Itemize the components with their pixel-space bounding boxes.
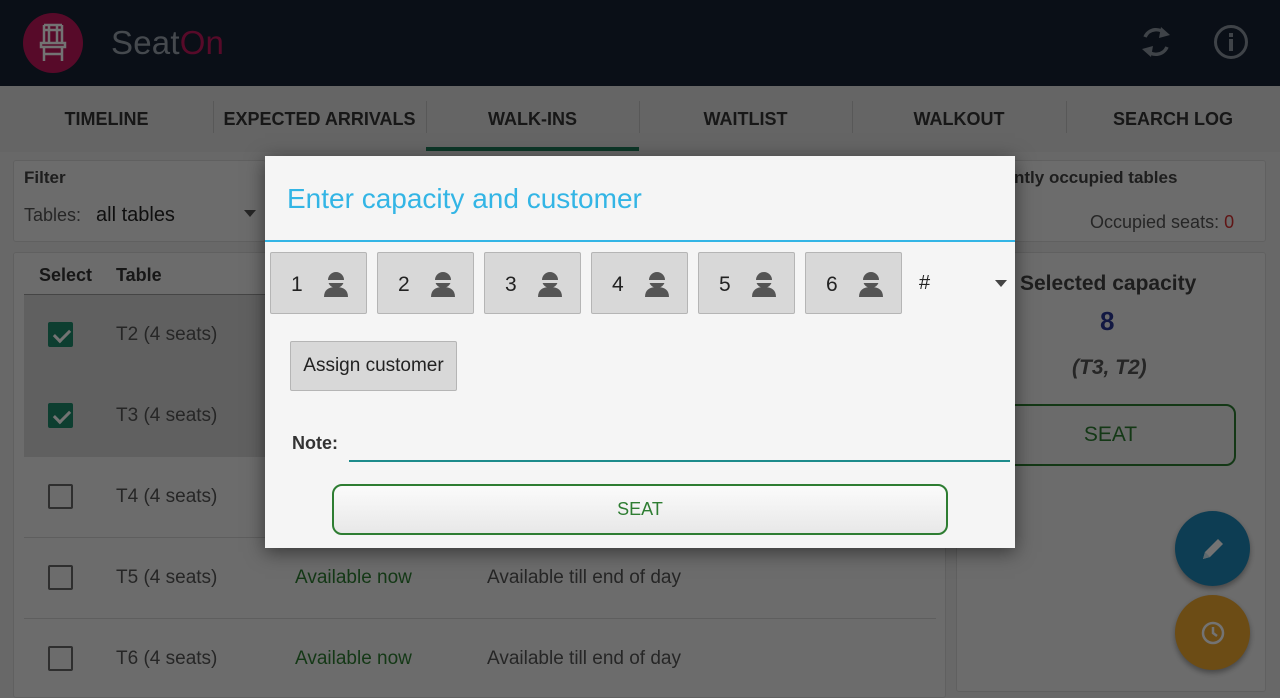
person-icon [538,272,562,297]
tab-bar: TIMELINE EXPECTED ARRIVALS WALK-INS WAIT… [0,86,1280,152]
capacity-4-button[interactable]: 4 [591,252,688,314]
other-capacity-select[interactable]: # [909,262,1009,304]
info-icon[interactable] [1211,22,1251,62]
select-column-header: Select [39,265,93,285]
capacity-number: 6 [826,273,838,296]
capacity-5-button[interactable]: 5 [698,252,795,314]
capacity-2-button[interactable]: 2 [377,252,474,314]
capacity-number: 1 [291,273,303,296]
person-icon [324,272,348,297]
tab-timeline[interactable]: TIMELINE [0,86,213,152]
chevron-down-icon [244,210,256,217]
table-row-until: Available till end of day [487,567,681,588]
person-icon [431,272,455,297]
tab-walk-ins[interactable]: WALK-INS [426,86,639,152]
table-row-availability: Available now [295,648,412,669]
person-icon [752,272,776,297]
selected-capacity-title: Selected capacity [1020,272,1197,295]
table-row-name: T4 (4 seats) [116,486,218,507]
person-icon [645,272,669,297]
sync-icon[interactable] [1136,22,1176,62]
dialog-title: Enter capacity and customer [287,183,642,214]
note-label: Note: [292,433,338,453]
tables-filter-label: Tables: [24,205,82,225]
capacity-number: 3 [505,273,517,296]
note-input[interactable] [349,426,1010,462]
selected-tables: (T3, T2) [1072,356,1147,379]
app-bar: SeatOn [0,0,1280,86]
seat-button[interactable]: SEAT [332,484,948,535]
seat-button-background[interactable]: SEAT [985,404,1236,466]
capacity-6-button[interactable]: 6 [805,252,902,314]
table-row-name: T2 (4 seats) [116,324,218,345]
dialog-title-divider [265,240,1015,242]
app-title: SeatOn [111,24,225,61]
pencil-icon [1202,538,1223,559]
assign-customer-button[interactable]: Assign customer [290,341,457,391]
filter-title: Filter [24,168,66,187]
row-checkbox-t4[interactable] [48,484,73,509]
other-capacity-value: # [919,272,931,294]
table-row-until: Available till end of day [487,648,681,669]
capacity-3-button[interactable]: 3 [484,252,581,314]
chair-logo-icon [23,13,83,73]
capacity-number: 2 [398,273,410,296]
table-row-name: T5 (4 seats) [116,567,218,588]
row-checkbox-t3[interactable] [48,403,73,428]
chevron-down-icon [995,280,1007,287]
tab-expected-arrivals[interactable]: EXPECTED ARRIVALS [213,86,426,152]
row-checkbox-t5[interactable] [48,565,73,590]
clock-icon [1201,621,1224,644]
table-row-availability: Available now [295,567,412,588]
capacity-number: 5 [719,273,731,296]
table-column-header: Table [116,265,162,285]
table-row-name: T6 (4 seats) [116,648,218,669]
row-divider [24,618,936,619]
active-tab-indicator [426,147,639,151]
occupied-tables-title: ntly occupied tables [1014,168,1178,187]
row-checkbox-t6[interactable] [48,646,73,671]
table-row-name: T3 (4 seats) [116,405,218,426]
person-icon [859,272,883,297]
capacity-1-button[interactable]: 1 [270,252,367,314]
tab-walkout[interactable]: WALKOUT [852,86,1066,152]
occupied-seats: Occupied seats: 0 [1090,212,1235,232]
clock-fab-button[interactable] [1175,595,1250,670]
tables-filter-select[interactable]: all tables [96,204,175,227]
row-checkbox-t2[interactable] [48,322,73,347]
selected-rows-highlight [24,295,265,457]
tab-waitlist[interactable]: WAITLIST [639,86,852,152]
capacity-dialog: Enter capacity and customer 1 2 3 4 5 6 … [265,156,1015,548]
selected-capacity-value: 8 [1100,306,1115,336]
tab-search-log[interactable]: SEARCH LOG [1066,86,1280,152]
edit-fab-button[interactable] [1175,511,1250,586]
capacity-number: 4 [612,273,624,296]
